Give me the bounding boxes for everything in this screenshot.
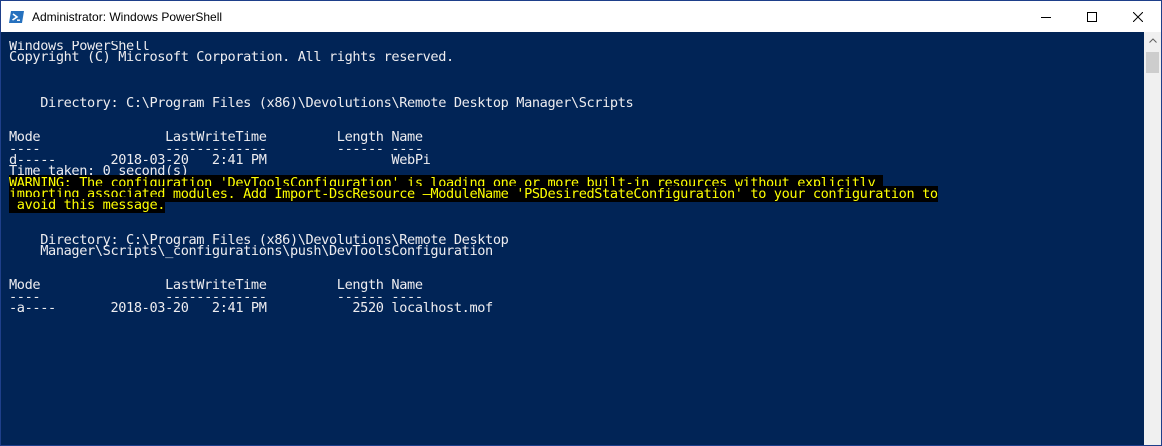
chevron-up-icon — [1148, 38, 1157, 43]
window-title: Administrator: Windows PowerShell — [32, 9, 223, 24]
console-line: importing associated modules. Add Import… — [9, 186, 1149, 203]
maximize-icon — [1087, 11, 1097, 22]
maximize-button[interactable] — [1069, 1, 1115, 32]
powershell-icon — [9, 10, 24, 23]
powershell-window: Administrator: Windows PowerShell Window… — [0, 0, 1162, 446]
scrollbar-thumb[interactable] — [1146, 52, 1159, 73]
console-text: Copyright (C) Microsoft Corporation. All… — [9, 49, 454, 66]
window-controls — [1023, 1, 1161, 32]
minimize-icon — [1041, 16, 1051, 18]
vertical-scrollbar[interactable] — [1144, 32, 1161, 445]
warning-text: avoid this message. — [9, 197, 166, 214]
console-output[interactable]: Windows PowerShell Copyright (C) Microsof… — [9, 41, 1149, 445]
console-line: avoid this message. — [9, 197, 1149, 214]
console-text: Directory: C:\Program Files (x86)\Devolu… — [9, 94, 634, 111]
console-text: Manager\Scripts\_configurations\push\Dev… — [9, 243, 493, 260]
title-bar[interactable]: Administrator: Windows PowerShell — [1, 1, 1161, 32]
console-line: Copyright (C) Microsoft Corporation. All… — [9, 49, 1149, 66]
console-line: -a---- 2018-03-20 2:41 PM 2520 localhost… — [9, 299, 1149, 316]
minimize-button[interactable] — [1023, 1, 1069, 32]
close-icon — [1133, 11, 1143, 22]
console-text: -a---- 2018-03-20 2:41 PM 2520 localhost… — [9, 299, 493, 316]
close-button[interactable] — [1115, 1, 1161, 32]
console-line: Directory: C:\Program Files (x86)\Devolu… — [9, 94, 1149, 111]
scroll-up-button[interactable] — [1144, 32, 1161, 49]
console-line: Manager\Scripts\_configurations\push\Dev… — [9, 243, 1149, 260]
